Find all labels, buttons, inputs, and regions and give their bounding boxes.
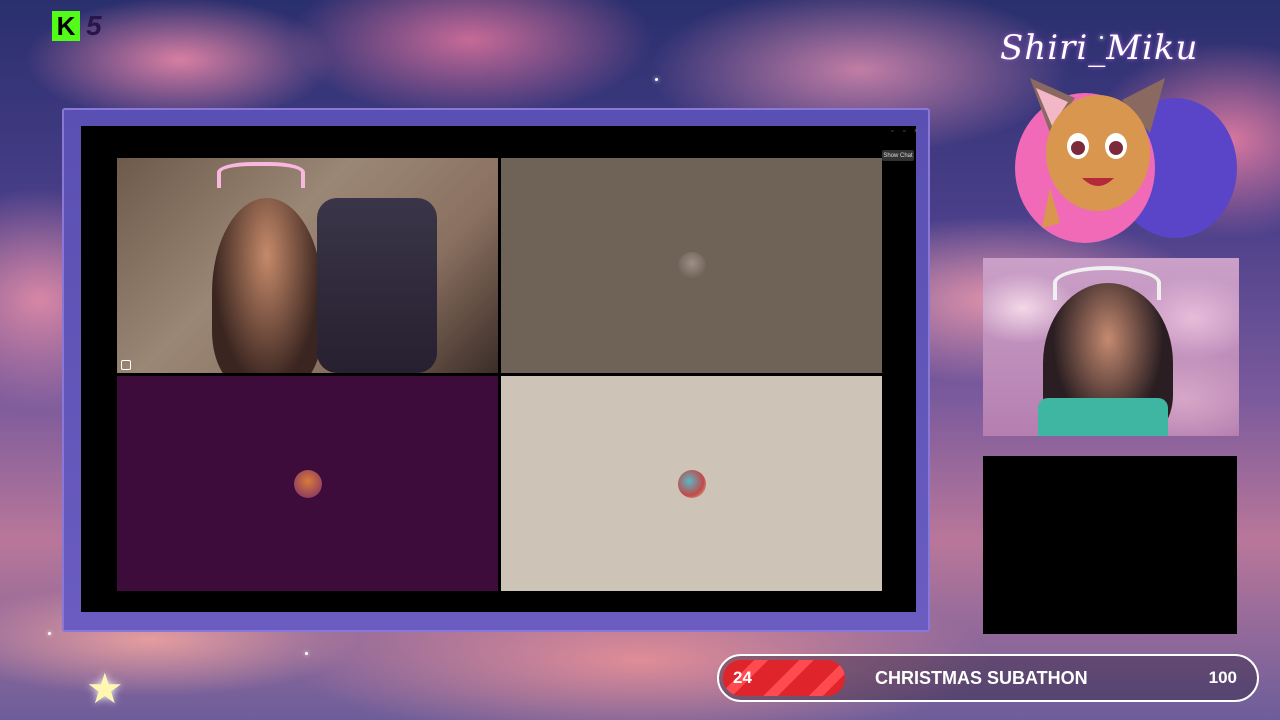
video-tile-host[interactable]: [117, 158, 498, 373]
star-decoration: [655, 78, 658, 81]
star-decoration: [48, 632, 51, 635]
goal-current-count: 24: [733, 668, 752, 687]
cat-ear-headset: [217, 162, 305, 188]
subathon-goal-bar: 24 CHRISTMAS SUBATHON 100: [717, 654, 1259, 702]
participant-avatar: [677, 251, 706, 280]
close-icon[interactable]: ×: [914, 128, 918, 135]
star-decoration: [305, 652, 308, 655]
host-figure: [212, 198, 322, 373]
minimize-icon[interactable]: ▫: [891, 128, 893, 135]
outfit: [1038, 398, 1168, 436]
chat-overlay-box: [983, 456, 1237, 634]
goal-target: 100: [1208, 668, 1237, 687]
maximize-icon[interactable]: ▫: [903, 128, 905, 135]
participant-avatar: [677, 469, 706, 498]
sub-count: 5: [86, 10, 102, 41]
video-tile-participant-2[interactable]: [501, 158, 882, 373]
show-chat-button[interactable]: Show Chat: [882, 150, 914, 161]
sparkle-star-icon: ★: [86, 665, 124, 712]
streamer-webcam: [983, 258, 1239, 436]
goal-title: CHRISTMAS SUBATHON: [875, 667, 1088, 688]
participant-avatar: [293, 469, 322, 498]
headset: [1053, 266, 1161, 300]
gaming-chair: [317, 198, 437, 373]
video-tile-participant-3[interactable]: [117, 376, 498, 591]
kick-logo-icon: K: [52, 11, 80, 41]
streamer-name: Shiri_Miku: [1000, 28, 1199, 68]
video-tile-participant-4[interactable]: [501, 376, 882, 591]
kick-sub-counter: K 5: [52, 10, 102, 42]
mic-status-icon: [121, 360, 131, 370]
